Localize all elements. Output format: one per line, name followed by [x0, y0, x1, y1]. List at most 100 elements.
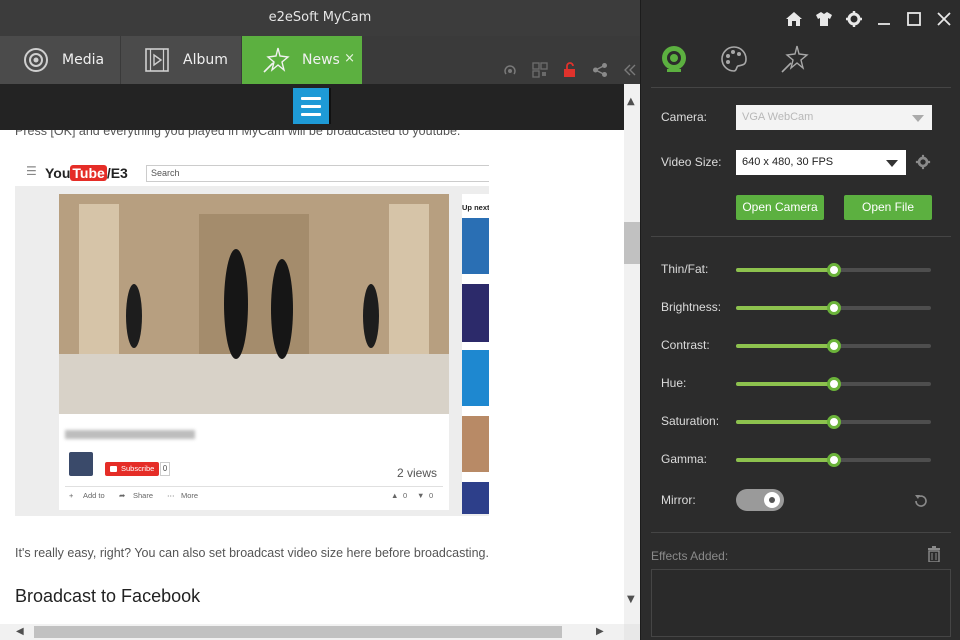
webcam-icon — [24, 48, 48, 72]
star-wand-icon — [263, 47, 290, 73]
dislike-count: 0 — [429, 491, 434, 500]
window-title: e2eSoft MyCam — [0, 0, 640, 36]
share-arrow-icon: ➦ — [119, 491, 126, 500]
tab-album[interactable]: Album — [121, 36, 241, 84]
channel-avatar — [69, 452, 93, 476]
tab-close-icon[interactable]: × — [344, 51, 355, 66]
video-size-select[interactable]: 640 x 480, 30 FPS — [736, 150, 906, 175]
slider-knob[interactable] — [826, 263, 841, 277]
maximize-icon[interactable] — [905, 10, 923, 28]
broadcast-icon[interactable] — [502, 62, 518, 78]
camera-select[interactable]: VGA WebCam — [736, 105, 932, 130]
close-icon[interactable] — [935, 10, 953, 28]
camera-select-value: VGA WebCam — [742, 111, 814, 123]
vertical-scrollbar[interactable]: ▲ ▼ — [624, 84, 640, 624]
adjustment-slider[interactable] — [736, 301, 931, 315]
scroll-right-icon[interactable]: ▶ — [596, 626, 604, 637]
video-size-value: 640 x 480, 30 FPS — [742, 156, 834, 168]
video-thumbnail — [462, 218, 489, 274]
scroll-left-icon[interactable]: ◀ — [16, 626, 24, 637]
slider-knob[interactable] — [826, 339, 841, 353]
hamburger-menu-icon[interactable] — [293, 88, 331, 124]
video-thumbnail — [462, 482, 489, 514]
settings-panel: Camera: VGA WebCam Video Size: 640 x 480… — [640, 0, 960, 640]
scroll-up-icon[interactable]: ▲ — [627, 96, 635, 107]
slider-label: Thin/Fat: — [661, 262, 709, 276]
scrollbar-corner — [624, 624, 640, 640]
palette-icon[interactable] — [719, 44, 749, 74]
film-icon — [145, 48, 169, 72]
tab-media[interactable]: Media — [0, 36, 120, 84]
slider-fill — [736, 268, 834, 272]
add-to-label: Add to — [83, 491, 105, 500]
adjustment-slider[interactable] — [736, 453, 931, 467]
trash-icon[interactable] — [927, 546, 941, 562]
tab-news-label: News — [302, 52, 340, 68]
thumbs-down-icon: ▼ — [417, 491, 425, 500]
youtube-subscribe-button: Subscribe — [105, 462, 160, 476]
youtube-logo: You Tube/E3 — [45, 165, 128, 181]
horizontal-scroll-thumb[interactable] — [34, 626, 562, 638]
like-count: 0 — [403, 491, 408, 500]
divider — [651, 87, 951, 88]
minimize-icon[interactable] — [875, 10, 893, 28]
tab-news[interactable]: News × — [242, 36, 362, 84]
adjustment-slider[interactable] — [736, 377, 931, 391]
home-icon[interactable] — [785, 10, 803, 28]
adjustment-slider[interactable] — [736, 339, 931, 353]
slider-knob[interactable] — [826, 415, 841, 429]
effects-added-label: Effects Added: — [651, 549, 729, 563]
scroll-down-icon[interactable]: ▼ — [627, 594, 635, 605]
slider-fill — [736, 344, 834, 348]
video-title-blurred — [65, 430, 195, 439]
video-frame — [59, 194, 449, 414]
tab-media-label: Media — [62, 52, 105, 68]
gear-icon[interactable] — [915, 154, 931, 170]
subscriber-count: 0 — [160, 462, 170, 476]
camera-tab-icon[interactable] — [659, 44, 689, 74]
video-thumbnail — [462, 416, 489, 472]
gear-icon[interactable] — [845, 10, 863, 28]
slider-fill — [736, 420, 834, 424]
reset-icon[interactable] — [913, 493, 929, 509]
slider-knob[interactable] — [826, 301, 841, 315]
youtube-video-card: Subscribe 0 2 views + Add to ➦ Share ⋯ M… — [59, 194, 449, 510]
slider-fill — [736, 306, 834, 310]
horizontal-scrollbar[interactable]: ◀ ▶ — [0, 624, 624, 640]
mirror-toggle-knob — [764, 492, 780, 508]
adjustment-slider[interactable] — [736, 415, 931, 429]
lock-open-icon[interactable] — [562, 62, 578, 78]
vertical-scroll-thumb[interactable] — [624, 222, 640, 264]
open-file-button[interactable]: Open File — [844, 195, 932, 220]
view-count: 2 views — [396, 466, 437, 480]
shirt-skin-icon[interactable] — [815, 10, 833, 28]
mirror-label: Mirror: — [661, 493, 696, 507]
collapse-icon[interactable] — [622, 62, 638, 78]
share-icon[interactable] — [592, 62, 608, 78]
divider — [651, 532, 951, 533]
up-next-panel: Up next — [462, 194, 489, 514]
browser-pane: e2eSoft MyCam Media Album News × Press [… — [0, 0, 640, 640]
slider-label: Brightness: — [661, 300, 722, 314]
up-next-label: Up next — [462, 203, 489, 212]
effects-list[interactable] — [651, 569, 951, 637]
youtube-screenshot: ☰ You Tube/E3 Search Subscribe 0 2 views… — [15, 156, 489, 516]
slider-knob[interactable] — [826, 377, 841, 391]
video-thumbnail — [462, 284, 489, 342]
card-divider — [65, 486, 443, 487]
adjustment-slider[interactable] — [736, 263, 931, 277]
open-camera-button[interactable]: Open Camera — [736, 195, 824, 220]
more-dots-icon: ⋯ — [167, 491, 175, 500]
youtube-header: ☰ You Tube/E3 Search — [15, 156, 489, 186]
video-thumbnail — [462, 350, 489, 406]
mirror-toggle[interactable] — [736, 489, 784, 511]
web-content: Press [OK] and everything you played in … — [0, 130, 624, 624]
effects-wand-icon[interactable] — [779, 44, 809, 74]
slider-label: Gamma: — [661, 452, 708, 466]
more-label: More — [181, 491, 199, 500]
youtube-menu-icon: ☰ — [26, 164, 37, 178]
chevron-down-icon — [886, 160, 898, 167]
slider-knob[interactable] — [826, 453, 841, 467]
qr-code-icon[interactable] — [532, 62, 548, 78]
section-heading: Broadcast to Facebook — [15, 586, 201, 606]
